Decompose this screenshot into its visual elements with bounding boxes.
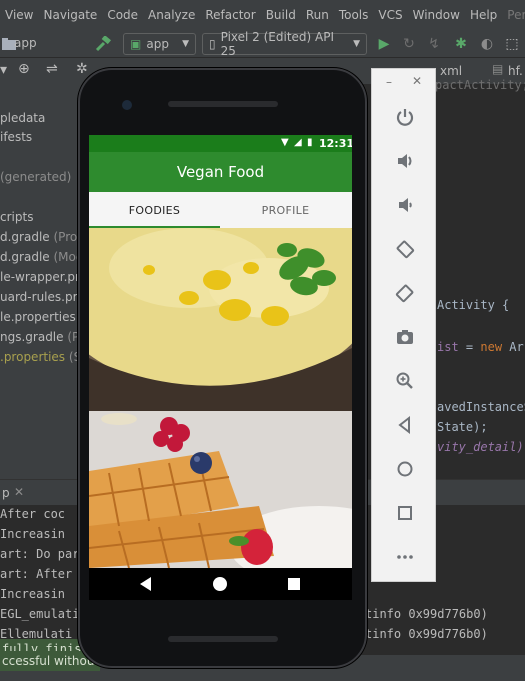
minimize-icon[interactable]: – xyxy=(386,75,392,89)
battery-icon: ▮ xyxy=(307,137,313,148)
clock: 12:31 xyxy=(319,137,352,150)
run-config-label: app xyxy=(146,37,169,51)
run-panel-title: p xyxy=(2,486,10,500)
back-icon[interactable] xyxy=(372,409,437,441)
zoom-icon[interactable] xyxy=(372,365,437,397)
food-image-corn-soup[interactable] xyxy=(89,228,352,411)
dropdown-chevron-icon[interactable]: ▾ xyxy=(0,62,7,78)
food-image-waffles[interactable] xyxy=(89,411,352,568)
log-line: EGL_emulati xyxy=(0,607,80,621)
android-status-bar: ▼ ◢ ▮ 12:31 xyxy=(89,135,352,152)
menu-view[interactable]: View xyxy=(0,8,38,22)
tree-item[interactable]: pledata xyxy=(0,108,45,128)
power-icon[interactable] xyxy=(372,101,437,133)
menu-build[interactable]: Build xyxy=(261,8,301,22)
menu-run[interactable]: Run xyxy=(301,8,334,22)
front-camera-icon xyxy=(122,100,132,110)
file-icon: ▤ xyxy=(492,62,504,76)
rotate-left-icon[interactable] xyxy=(372,233,437,265)
menu-analyze[interactable]: Analyze xyxy=(143,8,200,22)
code-line: avedInstanceS xyxy=(437,400,525,414)
menu-tools[interactable]: Tools xyxy=(334,8,374,22)
apply-changes-icon[interactable]: ↯ xyxy=(425,35,443,53)
code-line: ist = new Arr xyxy=(437,340,525,354)
collapse-icon[interactable]: ⇌ xyxy=(46,61,58,77)
menu-navigate[interactable]: Navigate xyxy=(38,8,102,22)
volume-up-icon[interactable] xyxy=(372,145,437,177)
log-line: tinfo 0x99d776b0) xyxy=(365,607,488,621)
menu-window[interactable]: Window xyxy=(408,8,465,22)
log-line: Increasin xyxy=(0,587,66,601)
app-bar-title: Vegan Food xyxy=(89,152,352,192)
overview-icon[interactable] xyxy=(372,497,437,529)
menu-code[interactable]: Code xyxy=(102,8,143,22)
code-line: State); xyxy=(437,420,488,434)
rerun-icon[interactable]: ↻ xyxy=(400,35,418,53)
menu-bar: View Navigate Code Analyze Refactor Buil… xyxy=(0,0,525,30)
speaker-grille xyxy=(168,101,278,107)
tab-bar: FOODIES PROFILE xyxy=(89,192,352,228)
nav-home-icon[interactable] xyxy=(213,577,227,591)
tree-item[interactable]: ifests xyxy=(0,127,32,147)
hammer-icon[interactable] xyxy=(94,35,112,53)
nav-overview-icon[interactable] xyxy=(288,578,300,590)
wifi-icon: ▼ xyxy=(281,137,289,148)
attach-debugger-icon[interactable]: ⬚ xyxy=(503,35,521,53)
log-line: After coc xyxy=(0,507,66,521)
camera-icon[interactable] xyxy=(372,321,437,353)
home-icon[interactable] xyxy=(372,453,437,485)
chevron-down-icon: ▼ xyxy=(182,39,189,49)
phone-icon: ▯ xyxy=(209,37,216,51)
editor-tab-hf[interactable]: hf. xyxy=(508,64,523,78)
tree-item[interactable]: .properties (SD xyxy=(0,347,90,367)
nav-back-icon[interactable] xyxy=(140,577,151,591)
log-line: tinfo 0x99d776b0) xyxy=(365,627,488,641)
editor-tab-xml[interactable]: xml xyxy=(440,64,462,78)
tree-item[interactable]: cripts xyxy=(0,207,33,227)
menu-help[interactable]: Help xyxy=(465,8,502,22)
log-line: art: After xyxy=(0,567,73,581)
tree-item[interactable]: le-wrapper.pro xyxy=(0,267,87,287)
code-line: vity_detail); xyxy=(437,440,525,454)
module-label[interactable]: app xyxy=(14,36,37,50)
run-config-select[interactable]: ▣ app ▼ xyxy=(123,33,196,55)
emulator-screen[interactable]: ▼ ◢ ▮ 12:31 Vegan Food FOODIES PROFILE xyxy=(89,135,352,568)
run-icon[interactable]: ▶ xyxy=(375,35,393,53)
tab-foodies[interactable]: FOODIES xyxy=(89,192,220,228)
close-icon[interactable]: ✕ xyxy=(412,74,422,88)
log-line: Increasin xyxy=(0,527,66,541)
signal-icon: ◢ xyxy=(294,137,302,148)
speaker-grille xyxy=(168,636,278,642)
menu-refactor[interactable]: Refactor xyxy=(200,8,260,22)
emulator-side-panel: – ✕ xyxy=(371,68,436,582)
chevron-down-icon: ▼ xyxy=(353,39,360,49)
device-label: Pixel 2 (Edited) API 25 xyxy=(220,30,335,58)
close-icon[interactable]: ✕ xyxy=(14,485,24,499)
log-line: art: Do par xyxy=(0,547,80,561)
locate-icon[interactable]: ⊕ xyxy=(18,61,30,77)
profile-icon[interactable]: ◐ xyxy=(478,35,496,53)
tree-item[interactable]: (generated) xyxy=(0,167,71,187)
more-icon[interactable] xyxy=(372,541,437,573)
tree-item[interactable]: uard-rules.pro xyxy=(0,287,85,307)
android-nav-bar xyxy=(89,568,352,600)
device-select[interactable]: ▯ Pixel 2 (Edited) API 25 ▼ xyxy=(202,30,367,58)
menu-vcs[interactable]: VCS xyxy=(373,8,407,22)
rotate-right-icon[interactable] xyxy=(372,277,437,309)
debug-icon[interactable]: ✱ xyxy=(452,35,470,53)
volume-down-icon[interactable] xyxy=(372,189,437,221)
toolbar: app ▣ app ▼ ▯ Pixel 2 (Edited) API 25 ▼ … xyxy=(0,30,525,58)
tab-profile[interactable]: PROFILE xyxy=(220,192,351,228)
menu-overflow[interactable]: Pertem xyxy=(502,8,525,22)
gear-icon[interactable]: ✲ xyxy=(76,61,88,77)
code-line: pactActivity; xyxy=(435,78,525,92)
android-icon: ▣ xyxy=(130,37,142,51)
code-line: Activity { xyxy=(437,298,510,312)
